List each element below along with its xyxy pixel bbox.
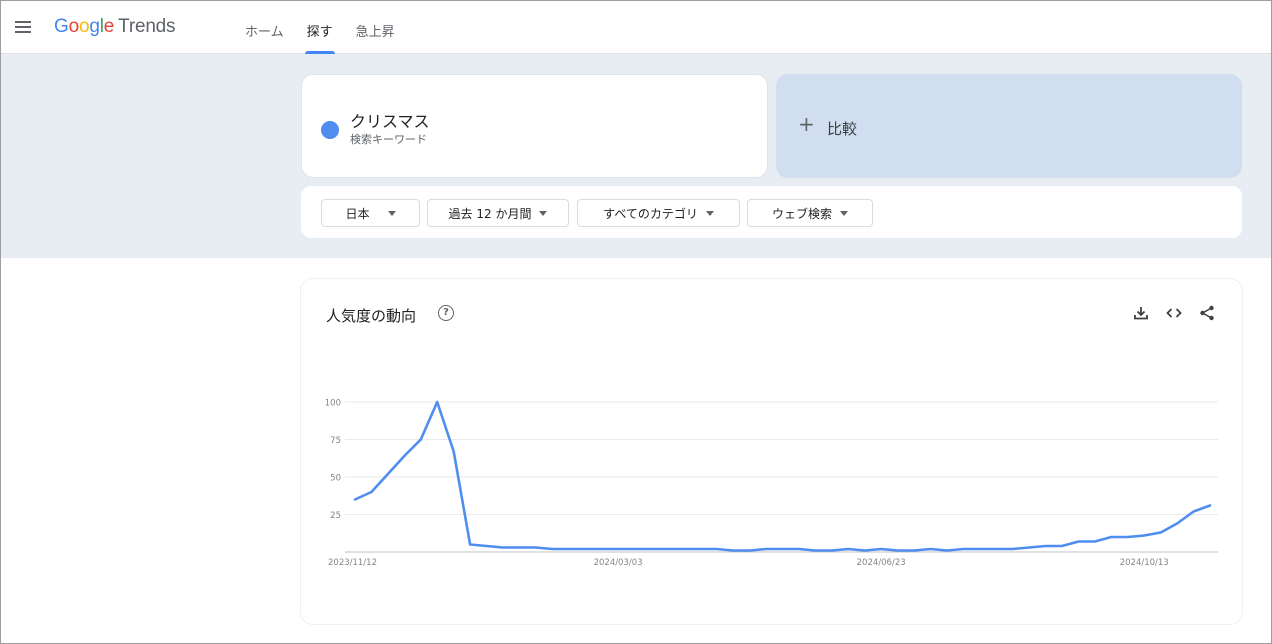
logo-letter: g (89, 16, 100, 37)
chevron-down-icon (705, 210, 714, 216)
tab-explore[interactable]: 探す (304, 1, 335, 54)
category-filter-label: すべてのカテゴリ (603, 206, 698, 221)
search-type-filter[interactable]: ウェブ検索 (747, 199, 873, 227)
chevron-down-icon (840, 210, 848, 216)
x-tick-label: 2024/06/23 (857, 558, 906, 568)
compare-button[interactable]: + 比較 (776, 74, 1242, 178)
compare-label: 比較 (827, 120, 858, 138)
chevron-down-icon (387, 210, 396, 216)
x-tick-label: 2024/03/03 (594, 558, 643, 568)
top-bar: Google Trends ホーム 探す 急上昇 (1, 1, 1271, 54)
logo-product-name: Trends (118, 16, 176, 37)
search-type-filter-label: ウェブ検索 (771, 206, 832, 221)
y-tick-label: 50 (330, 474, 341, 484)
browser-viewport: Google Trends ホーム 探す 急上昇 クリスマス 検索キーワード + … (0, 0, 1272, 644)
term-color-dot (321, 121, 339, 139)
y-tick-label: 100 (325, 399, 341, 409)
region-filter[interactable]: 日本 (321, 199, 420, 227)
time-filter[interactable]: 過去 12 か月間 (427, 199, 569, 227)
plus-icon: + (798, 112, 815, 136)
menu-icon[interactable] (15, 21, 31, 35)
x-tick-label: 2024/10/13 (1120, 558, 1169, 568)
interest-over-time-card: 人気度の動向 ? 25 50 75 100 2023/11/12 2024/03/03 20… (301, 279, 1242, 624)
main-nav: ホーム 探す 急上昇 (245, 1, 418, 54)
logo-letter: G (54, 16, 69, 37)
chevron-down-icon (539, 210, 548, 216)
tab-home[interactable]: ホーム (245, 1, 284, 54)
logo-letter: o (78, 16, 90, 37)
category-filter[interactable]: すべてのカテゴリ (577, 199, 740, 227)
search-term-type: 検索キーワード (350, 133, 427, 146)
google-trends-logo[interactable]: Google Trends (54, 16, 176, 38)
tab-trending[interactable]: 急上昇 (356, 1, 395, 54)
y-tick-label: 25 (330, 511, 341, 521)
logo-letter: o (68, 16, 80, 37)
time-filter-label: 過去 12 か月間 (448, 206, 532, 221)
search-term-card[interactable]: クリスマス 検索キーワード (301, 74, 768, 178)
search-band: クリスマス 検索キーワード + 比較 日本 過去 12 か月間 すべてのカテゴリ… (1, 54, 1271, 258)
y-tick-label: 75 (330, 436, 341, 446)
region-filter-label: 日本 (345, 206, 370, 221)
series-line (353, 400, 1212, 552)
trend-line-chart[interactable]: 25 50 75 100 2023/11/12 2024/03/03 2024/06/23 2… (301, 279, 1242, 624)
x-tick-label: 2023/11/12 (328, 558, 377, 568)
filter-bar: 日本 過去 12 か月間 すべてのカテゴリ ウェブ検索 (301, 186, 1242, 238)
logo-letter: e (103, 16, 115, 37)
search-term[interactable]: クリスマス (350, 108, 430, 132)
